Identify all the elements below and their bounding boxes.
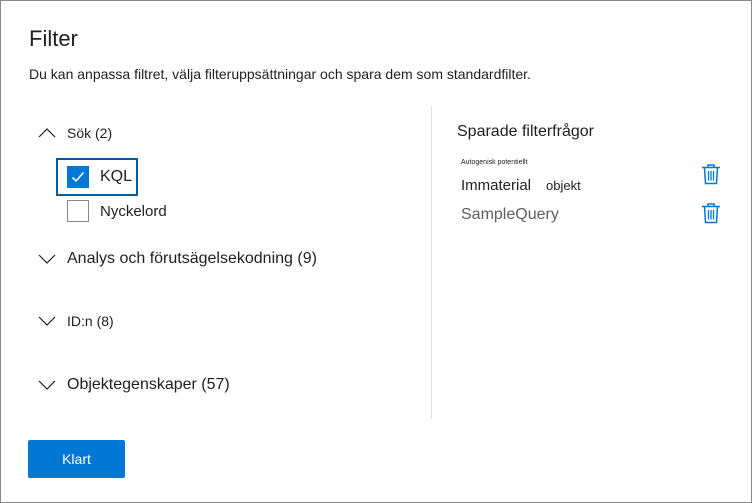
group-analysis-label: Analys och förutsägelsekodning (9): [67, 250, 317, 267]
saved-query-1-name[interactable]: Immaterial: [461, 177, 531, 194]
checkmark-icon: [71, 171, 85, 183]
done-button[interactable]: Klart: [28, 440, 125, 478]
filter-dialog: Filter Du kan anpassa filtret, välja fil…: [0, 0, 752, 503]
group-properties-label: Objektegenskaper (57): [67, 376, 230, 393]
group-search-label: Sök (2): [67, 125, 113, 141]
trash-icon: [702, 203, 720, 224]
group-properties-header[interactable]: Objektegenskaper (57): [38, 376, 230, 394]
keyword-label: Nyckelord: [100, 202, 167, 220]
chevron-up-icon: [38, 127, 56, 139]
delete-query-2-button[interactable]: [701, 202, 721, 224]
saved-query-1-caption: Autogenisk potentiellt: [461, 159, 528, 166]
saved-query-1-suffix[interactable]: objekt: [546, 178, 581, 193]
keyword-checkbox[interactable]: [67, 200, 89, 222]
dialog-title: Filter: [29, 26, 78, 51]
group-analysis-header[interactable]: Analys och förutsägelsekodning (9): [38, 250, 317, 268]
trash-icon: [702, 164, 720, 185]
column-divider: [431, 106, 432, 419]
dialog-description: Du kan anpassa filtret, välja filterupps…: [29, 66, 531, 82]
group-search-header[interactable]: Sök (2): [38, 125, 112, 141]
option-kql[interactable]: KQL: [67, 166, 132, 188]
group-ids-label: ID:n (8): [67, 313, 114, 329]
group-ids-header[interactable]: ID:n (8): [38, 313, 114, 329]
saved-query-2-name[interactable]: SampleQuery: [461, 206, 559, 224]
kql-label: KQL: [100, 168, 133, 185]
option-keyword[interactable]: Nyckelord: [67, 200, 167, 222]
kql-checkbox[interactable]: [67, 166, 89, 188]
chevron-down-icon: [38, 315, 56, 327]
chevron-down-icon: [38, 379, 56, 391]
chevron-down-icon: [38, 253, 56, 265]
delete-query-1-button[interactable]: [701, 163, 721, 185]
saved-queries-title: Sparade filterfrågor: [457, 123, 594, 140]
